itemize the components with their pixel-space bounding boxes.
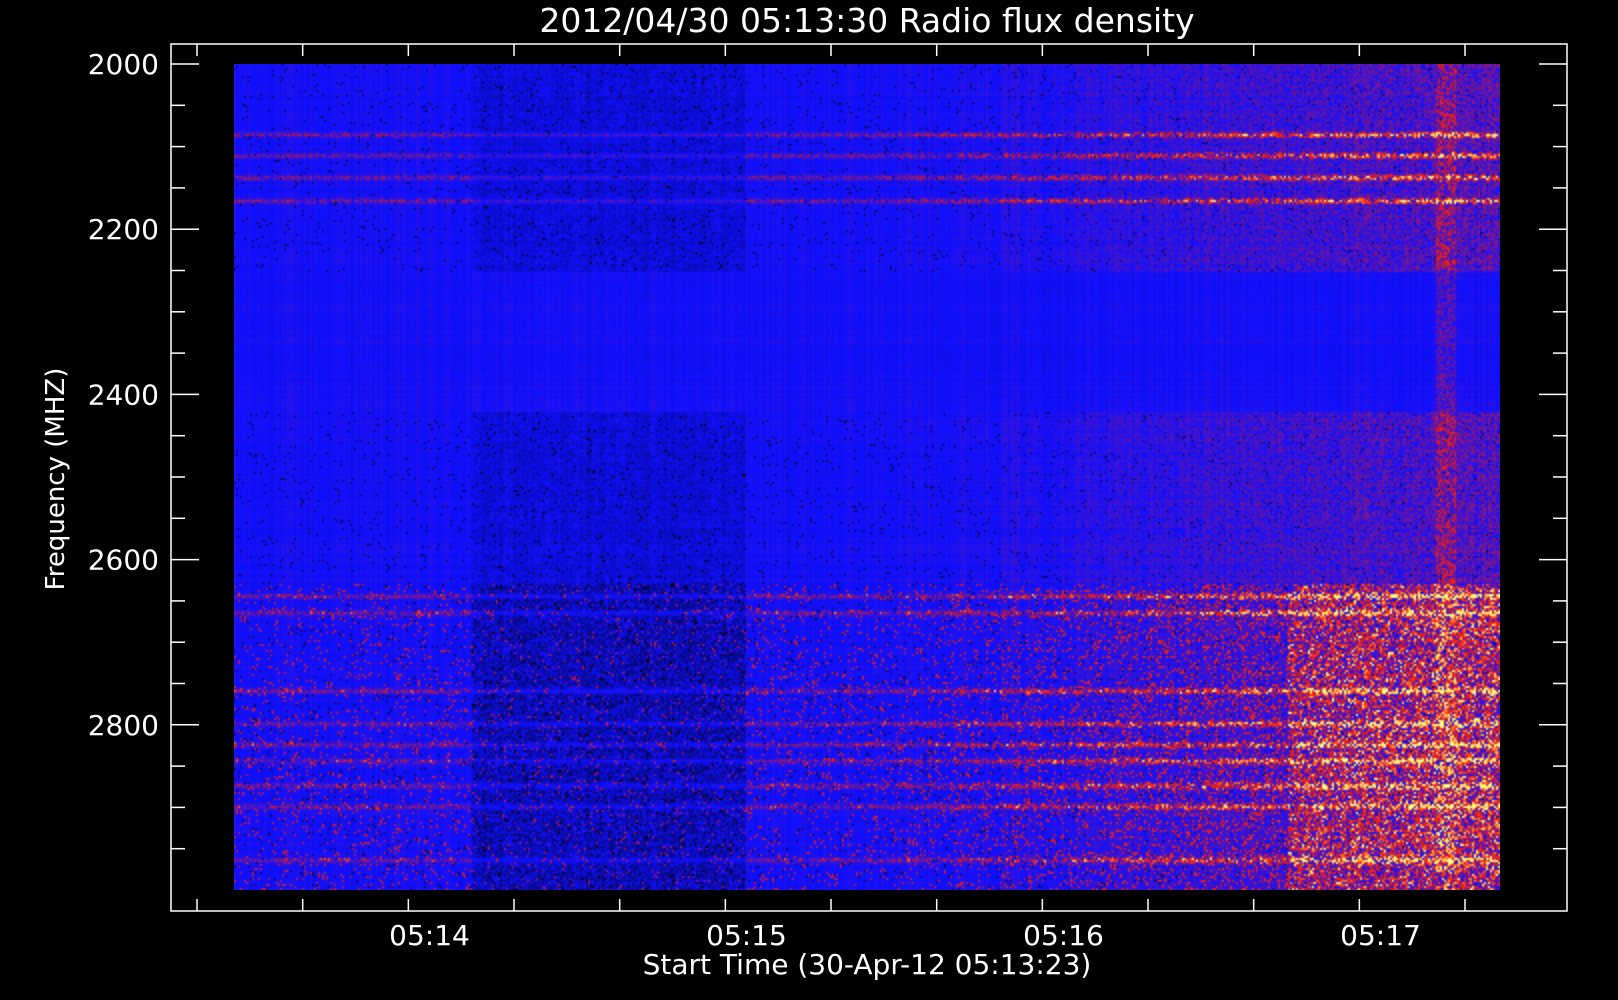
- y-tick-label: 2400: [88, 378, 159, 411]
- chart-root: 2012/04/30 05:13:30 Radio flux density 2…: [0, 0, 1618, 1000]
- x-axis-label: Start Time (30-Apr-12 05:13:23): [643, 948, 1092, 981]
- y-tick-label: 2000: [88, 48, 159, 81]
- y-tick-label: 2200: [88, 213, 159, 246]
- chart-title: 2012/04/30 05:13:30 Radio flux density: [539, 1, 1194, 40]
- y-tick-label: 2600: [88, 544, 159, 577]
- y-tick-label: 2800: [88, 709, 159, 742]
- x-tick-label: 05:17: [1340, 919, 1421, 952]
- y-axis-label: Frequency (MHZ): [41, 368, 71, 591]
- x-tick-label: 05:14: [389, 919, 470, 952]
- spectrogram-heatmap: [234, 64, 1500, 890]
